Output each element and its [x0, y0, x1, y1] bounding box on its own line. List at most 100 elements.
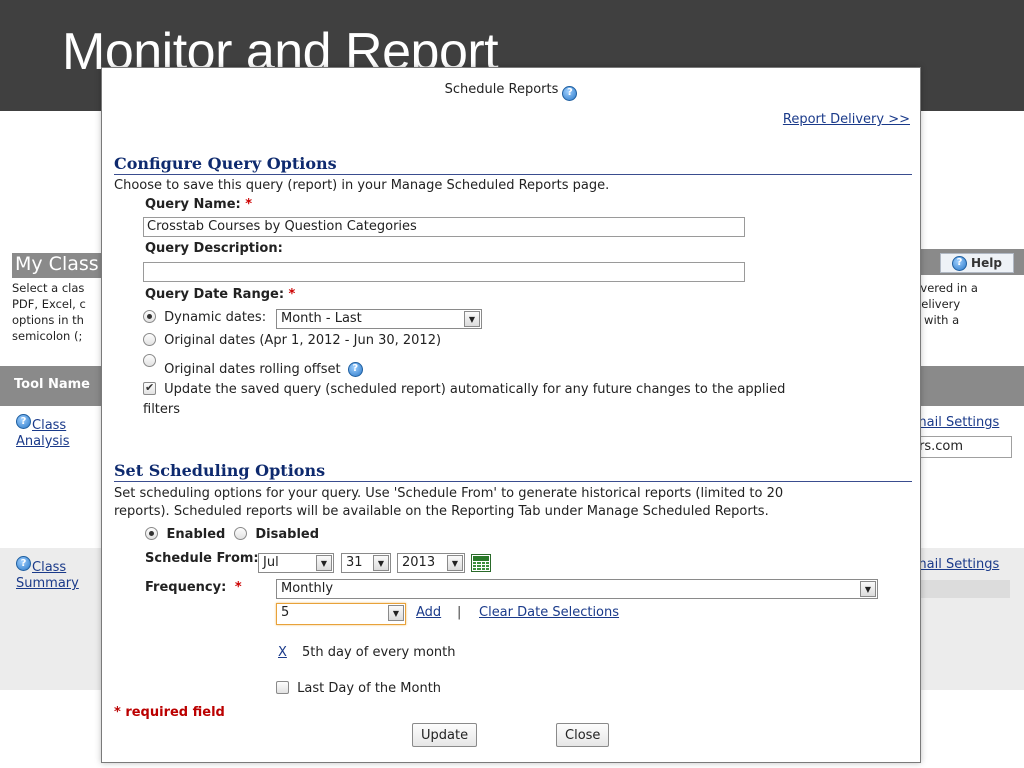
select-value: 5	[281, 605, 290, 620]
required-field-note: * required field	[114, 705, 225, 720]
calendar-cell	[473, 562, 477, 564]
day-of-month-select[interactable]: 5 ▼	[276, 603, 406, 625]
bg-desc-line: semicolon (;	[12, 329, 83, 343]
scheduling-options-heading: Set Scheduling Options	[114, 461, 912, 482]
bg-desc-line: options in th	[12, 313, 84, 327]
help-label: Help	[971, 256, 1002, 270]
calendar-cell	[485, 565, 489, 567]
configure-query-heading: Configure Query Options	[114, 154, 912, 175]
bg-desc-line: Select a clas	[12, 281, 85, 295]
query-date-range-label: Query Date Range: *	[145, 287, 295, 302]
chevron-down-icon: ▼	[373, 555, 389, 571]
schedule-year-select[interactable]: 2013 ▼	[397, 553, 465, 573]
select-value: Monthly	[281, 581, 334, 596]
last-day-option[interactable]: Last Day of the Month	[276, 681, 441, 696]
disabled-radio[interactable]	[233, 527, 247, 540]
calendar-cell	[481, 568, 485, 570]
dialog-title: Schedule Reports?	[102, 82, 920, 101]
dynamic-dates-select[interactable]: Month - Last ▼	[276, 309, 482, 329]
bg-desc-line: delivery	[914, 297, 961, 311]
email-input[interactable]: rs.com	[914, 436, 1012, 458]
link-text: Summary	[16, 576, 79, 591]
help-icon[interactable]: ?	[347, 361, 363, 377]
query-name-input[interactable]: Crosstab Courses by Question Categories	[143, 217, 745, 237]
bg-section-title: My Class	[12, 253, 102, 278]
bg-description-left: Select a clas PDF, Excel, c options in t…	[12, 280, 104, 344]
link-text: Analysis	[16, 434, 70, 449]
help-button[interactable]: ? Help	[940, 253, 1014, 273]
required-mark: *	[245, 197, 253, 212]
option-label: Enabled	[166, 527, 226, 542]
calendar-cell	[485, 568, 489, 570]
bg-desc-line: livered in a	[914, 281, 978, 295]
frequency-label: Frequency: *	[145, 580, 242, 595]
report-delivery-link[interactable]: Report Delivery >>	[783, 112, 910, 127]
clear-date-selections-link[interactable]: Clear Date Selections	[479, 605, 619, 620]
calendar-cell	[485, 562, 489, 564]
option-label: Last Day of the Month	[297, 681, 442, 696]
query-description-input[interactable]	[143, 262, 745, 282]
link-text: Class	[32, 418, 67, 433]
chevron-down-icon: ▼	[860, 581, 876, 597]
chevron-down-icon: ▼	[316, 555, 332, 571]
dynamic-dates-radio[interactable]	[143, 310, 156, 323]
bg-desc-line: PDF, Excel, c	[12, 297, 86, 311]
dynamic-dates-option[interactable]: Dynamic dates:	[143, 310, 266, 325]
label-text: Query Name:	[145, 197, 241, 212]
schedule-reports-dialog: Schedule Reports? Report Delivery >> Con…	[101, 67, 921, 763]
calendar-cell	[481, 565, 485, 567]
bg-description-right: livered in a delivery il with a	[914, 280, 1024, 328]
schedule-day-select[interactable]: 31 ▼	[341, 553, 391, 573]
query-name-label: Query Name: *	[145, 197, 252, 212]
schedule-month-select[interactable]: Jul ▼	[258, 553, 334, 573]
enabled-radio[interactable]	[145, 527, 158, 540]
dialog-title-text: Schedule Reports	[444, 82, 559, 97]
rolling-offset-radio[interactable]	[143, 354, 156, 367]
update-button[interactable]: Update	[412, 723, 478, 747]
rolling-offset-option[interactable]: Original dates rolling offset ?	[143, 354, 363, 377]
tool-name-header: Tool Name	[14, 377, 91, 392]
chevron-down-icon: ▼	[464, 311, 480, 327]
query-description-text: Choose to save this query (report) in yo…	[114, 178, 610, 193]
required-mark: *	[288, 287, 296, 302]
schedule-from-label: Schedule From:	[145, 551, 259, 566]
select-value: 2013	[402, 555, 436, 570]
update-saved-query-checkbox[interactable]	[143, 381, 156, 395]
link-text: Class	[32, 560, 67, 575]
remove-date-link[interactable]: X	[278, 645, 287, 660]
select-value: Jul	[263, 555, 279, 570]
select-value: 31	[346, 555, 363, 570]
selected-date-text: 5th day of every month	[302, 645, 456, 660]
calendar-cell	[477, 568, 481, 570]
chevron-down-icon: ▼	[388, 605, 404, 621]
update-saved-query-continued: filters	[143, 402, 181, 417]
close-button[interactable]: Close	[556, 723, 610, 747]
class-summary-link[interactable]: Class Summary	[16, 560, 79, 592]
help-icon[interactable]: ?	[562, 85, 578, 101]
query-description-label: Query Description:	[145, 241, 283, 256]
chevron-down-icon: ▼	[447, 555, 463, 571]
calendar-icon[interactable]	[471, 554, 491, 572]
last-day-checkbox[interactable]	[276, 681, 289, 694]
calendar-top	[473, 556, 489, 561]
calendar-cell	[477, 565, 481, 567]
original-dates-radio[interactable]	[143, 333, 156, 346]
select-value: Month - Last	[281, 311, 362, 326]
link-separator: |	[457, 605, 462, 620]
original-dates-option[interactable]: Original dates (Apr 1, 2012 - Jun 30, 20…	[143, 333, 441, 348]
option-label: Update the saved query (scheduled report…	[164, 382, 786, 397]
class-analysis-link[interactable]: Class Analysis	[16, 418, 70, 450]
option-label: Original dates (Apr 1, 2012 - Jun 30, 20…	[164, 333, 442, 348]
frequency-select[interactable]: Monthly ▼	[276, 579, 878, 599]
calendar-cell	[473, 565, 477, 567]
update-saved-query-option[interactable]: Update the saved query (scheduled report…	[143, 381, 786, 397]
required-mark: *	[234, 580, 242, 595]
scheduling-description-1: Set scheduling options for your query. U…	[114, 486, 784, 501]
add-date-link[interactable]: Add	[416, 605, 441, 620]
email-settings-link-1[interactable]: mail Settings	[914, 415, 999, 431]
scheduling-description-2: reports). Scheduled reports will be avai…	[114, 504, 769, 519]
option-label: Disabled	[255, 527, 320, 542]
calendar-cell	[473, 568, 477, 570]
calendar-cell	[477, 562, 481, 564]
email-settings-link-2[interactable]: mail Settings	[914, 557, 999, 573]
